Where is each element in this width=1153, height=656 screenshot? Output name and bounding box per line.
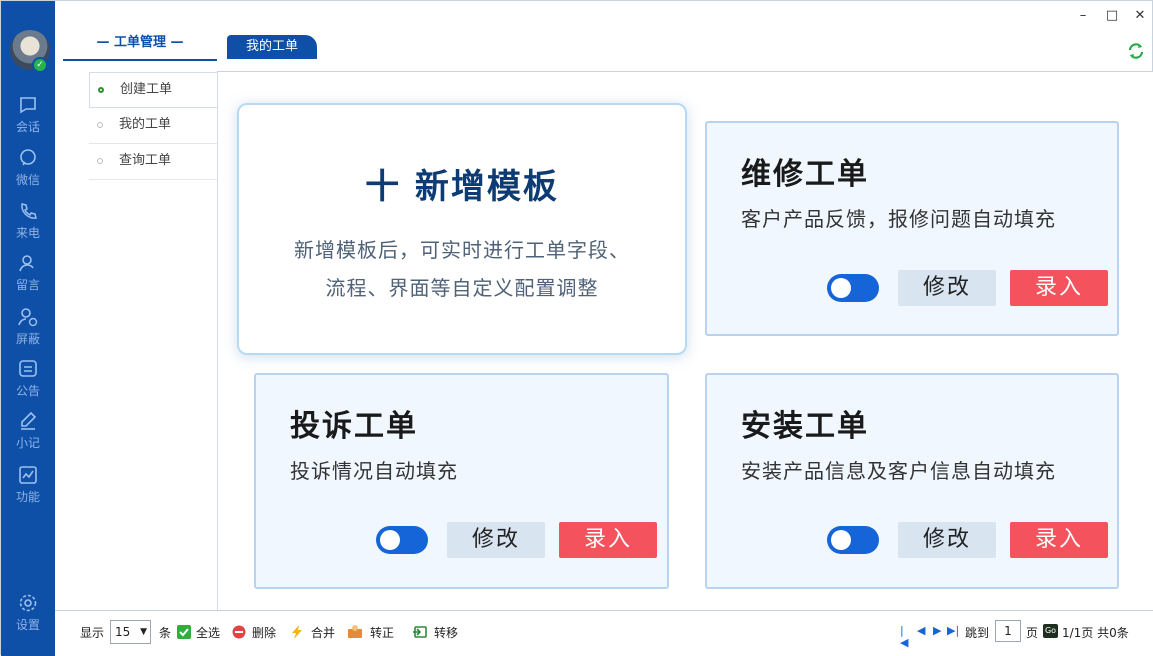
template-card-install: 安装工单 安装产品信息及客户信息自动填充 修改 录入 bbox=[705, 373, 1119, 589]
rail-item-label: 会话 bbox=[15, 120, 40, 134]
convert-button[interactable]: 转正 bbox=[370, 625, 394, 641]
message-user-icon bbox=[19, 255, 34, 272]
template-grid: 十 新增模板 新增模板后，可实时进行工单字段、 流程、界面等自定义配置调整 维修… bbox=[218, 72, 1153, 610]
rail-item-label: 屏蔽 bbox=[15, 332, 40, 346]
select-all-button[interactable]: 全选 bbox=[196, 625, 220, 641]
rail-item-label: 微信 bbox=[15, 173, 40, 187]
convert-icon[interactable] bbox=[347, 624, 363, 640]
show-label: 显示 bbox=[80, 626, 105, 640]
enter-button[interactable]: 录入 bbox=[559, 522, 657, 558]
rail-item-chat[interactable]: 会话 bbox=[1, 95, 55, 143]
rail-item-note[interactable]: 小记 bbox=[1, 411, 55, 459]
announcement-icon bbox=[19, 360, 37, 377]
unit-label: 条 bbox=[159, 626, 172, 640]
tab-my-tickets[interactable]: 我的工单 bbox=[227, 35, 317, 59]
enable-toggle[interactable] bbox=[827, 274, 879, 302]
card-description: 安装产品信息及客户信息自动填充 bbox=[741, 459, 1056, 483]
card-title: 安装工单 bbox=[741, 409, 869, 444]
rail-item-wechat[interactable]: 微信 bbox=[1, 148, 55, 196]
rail-item-label: 小记 bbox=[15, 436, 40, 450]
card-title: 投诉工单 bbox=[290, 409, 418, 444]
delete-button[interactable]: 删除 bbox=[252, 625, 276, 641]
bullet-icon bbox=[97, 158, 103, 164]
new-template-desc-line: 新增模板后，可实时进行工单字段、 bbox=[294, 238, 630, 262]
toggle-knob bbox=[831, 530, 851, 550]
sidebar-item-create-ticket[interactable]: 创建工单 bbox=[89, 72, 217, 108]
lightning-icon[interactable] bbox=[289, 624, 305, 640]
chat-bubble-icon bbox=[20, 97, 36, 114]
enable-toggle[interactable] bbox=[376, 526, 428, 554]
new-template-description: 新增模板后，可实时进行工单字段、 流程、界面等自定义配置调整 bbox=[259, 231, 665, 307]
enable-toggle[interactable] bbox=[827, 526, 879, 554]
last-page-icon[interactable]: ▶| bbox=[947, 625, 959, 637]
toggle-knob bbox=[380, 530, 400, 550]
template-card-repair: 维修工单 客户产品反馈，报修问题自动填充 修改 录入 bbox=[705, 121, 1119, 336]
rail-item-label: 留言 bbox=[15, 278, 40, 292]
transfer-icon[interactable] bbox=[412, 624, 428, 640]
go-button[interactable]: Go bbox=[1043, 624, 1058, 638]
checkbox-checked-icon[interactable] bbox=[176, 624, 192, 640]
card-description: 客户产品反馈，报修问题自动填充 bbox=[741, 207, 1056, 231]
edit-button[interactable]: 修改 bbox=[898, 270, 996, 306]
new-template-desc-line: 流程、界面等自定义配置调整 bbox=[325, 276, 599, 300]
rail-item-label: 功能 bbox=[15, 490, 40, 504]
jump-label: 跳到 bbox=[965, 626, 990, 640]
block-user-icon bbox=[18, 308, 38, 327]
rail-item-label: 公告 bbox=[15, 384, 40, 398]
rail-item-label: 设置 bbox=[15, 618, 40, 632]
card-title: 维修工单 bbox=[741, 157, 869, 192]
minimize-icon[interactable]: – bbox=[1076, 9, 1090, 23]
first-page-icon[interactable]: |◀ bbox=[900, 625, 910, 649]
delete-icon[interactable] bbox=[231, 624, 247, 640]
sidebar-item-my-tickets[interactable]: 我的工单 bbox=[89, 108, 217, 144]
rail-item-settings[interactable]: 设置 bbox=[1, 593, 55, 641]
rail-item-features[interactable]: 功能 bbox=[1, 465, 55, 513]
next-page-icon[interactable]: ▶ bbox=[933, 625, 943, 637]
sidebar-item-label: 我的工单 bbox=[119, 117, 172, 132]
pen-icon bbox=[21, 411, 37, 430]
chevron-down-icon: ▼ bbox=[140, 627, 147, 637]
online-status-icon: ✓ bbox=[32, 57, 48, 73]
edit-button[interactable]: 修改 bbox=[898, 522, 996, 558]
new-template-title: 十 新增模板 bbox=[365, 167, 559, 207]
footer-toolbar: 显示 15 ▼ 条 全选 删除 合并 转正 转移 |◀ ◀ ▶ ▶| 跳到 1 … bbox=[55, 610, 1153, 655]
maximize-icon[interactable]: □ bbox=[1105, 9, 1119, 23]
enter-button[interactable]: 录入 bbox=[1010, 522, 1108, 558]
sidebar-item-query-tickets[interactable]: 查询工单 bbox=[89, 144, 217, 180]
rail-item-block[interactable]: 屏蔽 bbox=[1, 307, 55, 355]
page-summary: 1/1页 共0条 bbox=[1062, 626, 1129, 640]
rail-item-message[interactable]: 留言 bbox=[1, 253, 55, 301]
page-size-value: 15 bbox=[115, 625, 131, 639]
rail-item-announcement[interactable]: 公告 bbox=[1, 359, 55, 407]
page-size-select[interactable]: 15 ▼ bbox=[110, 620, 151, 644]
page-label: 页 bbox=[1026, 626, 1039, 640]
bullet-icon bbox=[98, 87, 104, 93]
close-icon[interactable]: ✕ bbox=[1133, 9, 1147, 23]
merge-button[interactable]: 合并 bbox=[311, 625, 335, 641]
rail-item-label: 来电 bbox=[15, 226, 40, 240]
enter-button[interactable]: 录入 bbox=[1010, 270, 1108, 306]
module-title: — 工单管理 — bbox=[63, 31, 217, 61]
card-description: 投诉情况自动填充 bbox=[290, 459, 458, 483]
edit-button[interactable]: 修改 bbox=[447, 522, 545, 558]
chart-icon bbox=[19, 466, 37, 484]
transfer-button[interactable]: 转移 bbox=[434, 625, 458, 641]
ticket-sidebar: 创建工单 我的工单 查询工单 bbox=[89, 72, 218, 610]
new-template-card[interactable]: 十 新增模板 新增模板后，可实时进行工单字段、 流程、界面等自定义配置调整 bbox=[237, 103, 687, 355]
page-number-input[interactable]: 1 bbox=[995, 620, 1021, 642]
sidebar-item-label: 查询工单 bbox=[119, 153, 172, 168]
template-card-complaint: 投诉工单 投诉情况自动填充 修改 录入 bbox=[254, 373, 669, 589]
wechat-icon bbox=[20, 149, 36, 166]
gear-icon bbox=[19, 594, 37, 612]
left-nav-rail: ✓ 会话 微信 来电 留言 屏蔽 公告 小记 功能 设置 bbox=[1, 1, 55, 656]
bullet-icon bbox=[97, 122, 103, 128]
sidebar-item-label: 创建工单 bbox=[120, 82, 173, 97]
app-window: ✓ 会话 微信 来电 留言 屏蔽 公告 小记 功能 设置 – □ ✕ — 工单管… bbox=[0, 0, 1153, 656]
rail-item-phone[interactable]: 来电 bbox=[1, 201, 55, 249]
phone-icon bbox=[21, 203, 37, 219]
prev-page-icon[interactable]: ◀ bbox=[917, 625, 927, 637]
refresh-icon[interactable] bbox=[1127, 42, 1145, 60]
toggle-knob bbox=[831, 278, 851, 298]
